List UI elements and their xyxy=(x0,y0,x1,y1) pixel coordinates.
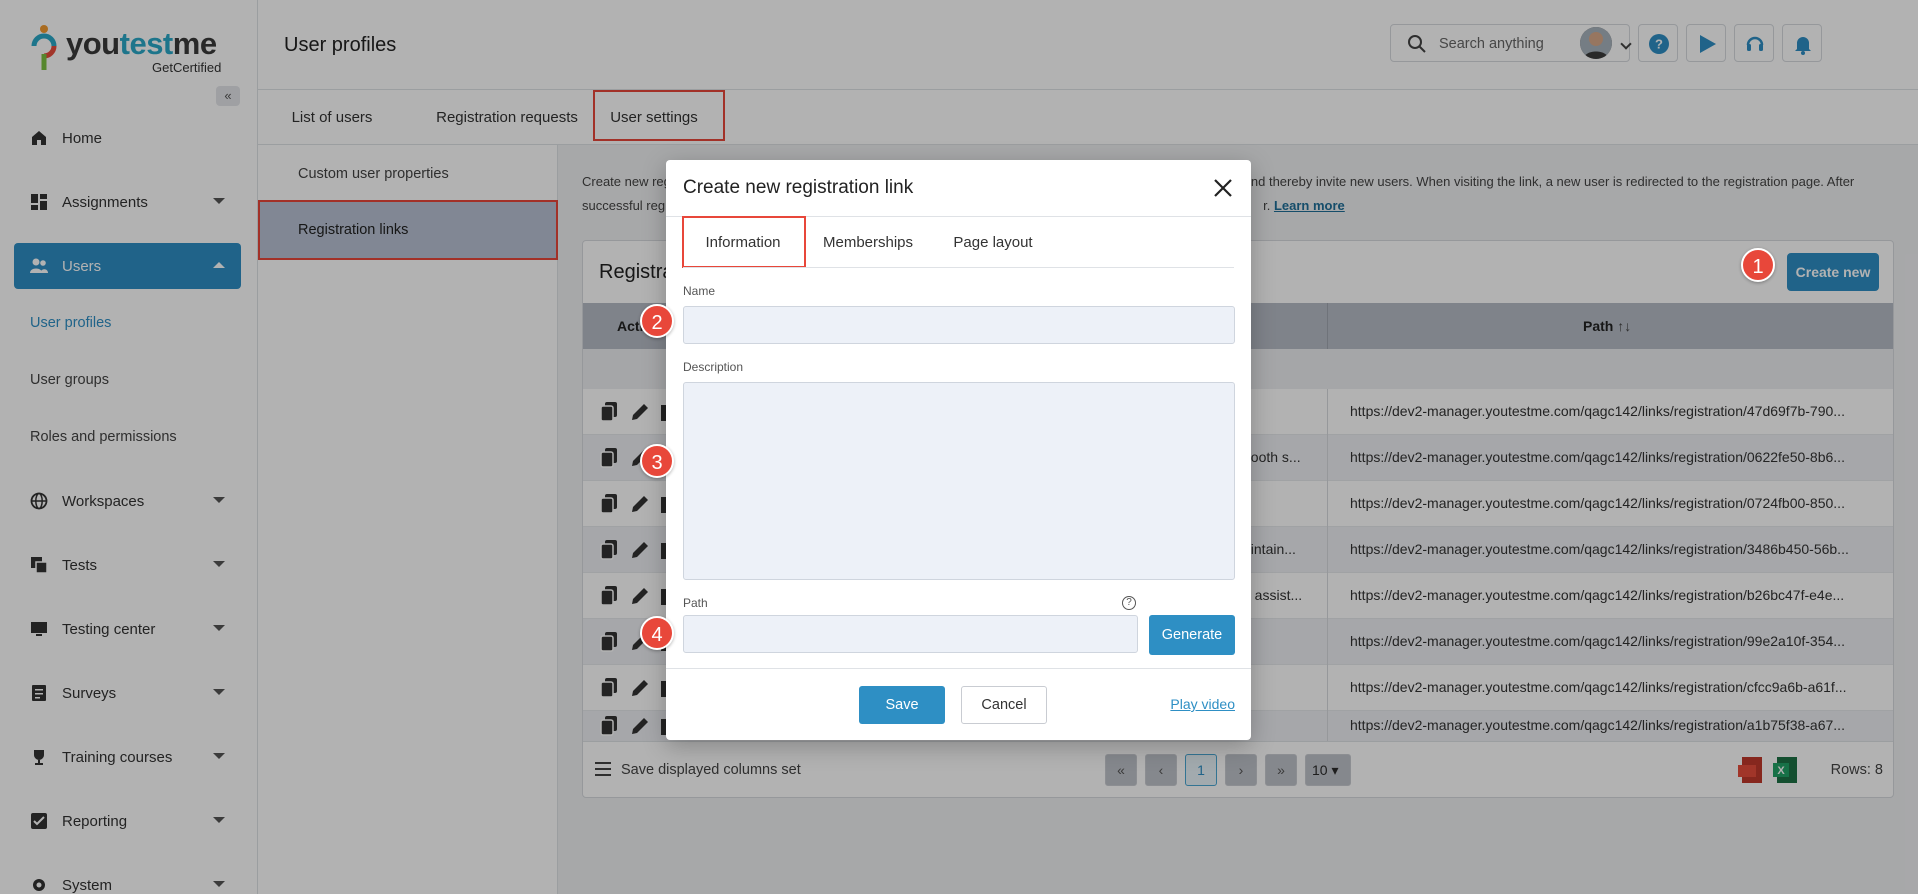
save-button[interactable]: Save xyxy=(859,686,945,724)
cancel-button[interactable]: Cancel xyxy=(961,686,1047,724)
divider xyxy=(666,668,1251,669)
step-badge: 4 xyxy=(640,616,674,650)
path-label: Path xyxy=(683,596,708,610)
info-icon[interactable]: ? xyxy=(1122,596,1136,610)
step-badge: 3 xyxy=(640,444,674,478)
description-field[interactable] xyxy=(683,382,1235,580)
step-badge: 2 xyxy=(640,304,674,338)
highlight-frame xyxy=(682,216,806,268)
generate-button[interactable]: Generate xyxy=(1149,615,1235,655)
tab-page-layout[interactable]: Page layout xyxy=(938,217,1048,269)
name-label: Name xyxy=(683,284,716,298)
app: youtestme GetCertified « Home Assignment… xyxy=(0,0,1918,894)
divider xyxy=(683,267,1234,268)
description-label: Description xyxy=(683,360,744,374)
dialog-title: Create new registration link xyxy=(683,177,914,198)
close-icon[interactable] xyxy=(1211,176,1235,200)
step-badge: 1 xyxy=(1741,248,1775,282)
name-field[interactable] xyxy=(683,306,1235,344)
tab-memberships[interactable]: Memberships xyxy=(808,217,928,269)
path-field[interactable] xyxy=(683,615,1138,653)
play-video-link[interactable]: Play video xyxy=(1170,696,1235,712)
create-registration-link-dialog: Create new registration link Information… xyxy=(666,160,1251,740)
